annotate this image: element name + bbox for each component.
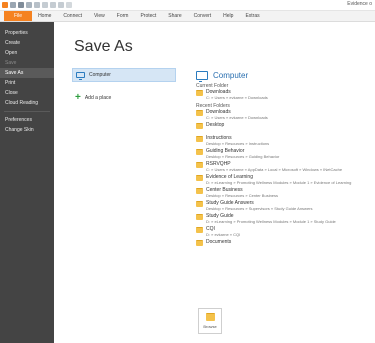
tab-convert[interactable]: Convert xyxy=(188,11,218,21)
sidebar-item-close[interactable]: Close xyxy=(0,88,54,98)
app-icon[interactable] xyxy=(2,2,8,8)
tab-share[interactable]: Share xyxy=(162,11,187,21)
sidebar-item-save[interactable]: Save xyxy=(0,58,54,68)
computer-folders-panel: Computer Current Folder Downloads C: » U… xyxy=(196,68,375,252)
folder-icon xyxy=(196,240,203,246)
panel-heading: Computer xyxy=(196,68,375,82)
computer-icon xyxy=(196,70,208,82)
recent-folder-item[interactable]: Instructions Desktop » Resources » Instr… xyxy=(196,135,375,148)
folder-icon xyxy=(196,227,203,233)
tab-connect[interactable]: Connect xyxy=(57,11,88,21)
page-title: Save As xyxy=(74,38,133,55)
browse-button[interactable]: Browse xyxy=(198,308,222,334)
undo-icon[interactable] xyxy=(42,2,48,8)
recent-folder-item[interactable]: Study Guide Answers Desktop » Resources … xyxy=(196,200,375,213)
print-icon[interactable] xyxy=(26,2,32,8)
document-title: Evidence o xyxy=(347,1,372,7)
panel-heading-label: Computer xyxy=(213,70,249,80)
folder-icon xyxy=(196,162,203,168)
plus-icon: + xyxy=(75,92,81,103)
browse-label: Browse xyxy=(203,324,217,329)
folder-icon xyxy=(196,110,203,116)
save-icon[interactable] xyxy=(10,2,16,8)
sidebar-divider xyxy=(4,111,50,112)
tab-home[interactable]: Home xyxy=(32,11,57,21)
folder-path: Desktop » Resources » Supervisors » Stud… xyxy=(206,206,313,211)
folder-icon xyxy=(196,214,203,220)
place-computer-label: Computer xyxy=(89,72,111,78)
folder-path: D: » eLearning » Promoting Wellness Modu… xyxy=(206,219,336,224)
recent-folder-item[interactable]: Center Business Desktop » Resources » Ce… xyxy=(196,187,375,200)
folder-path: C: » Users » evkarne » AppData » Local »… xyxy=(206,167,343,172)
places-list: Computer + Add a place xyxy=(72,68,176,105)
tab-extras[interactable]: Extras xyxy=(239,11,265,21)
sidebar-item-change-skin[interactable]: Change Skin xyxy=(0,125,54,135)
folder-icon xyxy=(196,188,203,194)
folder-open-icon xyxy=(205,313,215,321)
tab-file[interactable]: File xyxy=(4,11,33,21)
title-bar: Evidence o xyxy=(0,0,375,11)
folder-icon xyxy=(196,149,203,155)
folder-path: C: » Users » evkarne » Downloads xyxy=(206,115,268,120)
sidebar-item-print[interactable]: Print xyxy=(0,78,54,88)
sync-icon[interactable] xyxy=(58,2,64,8)
tab-protect[interactable]: Protect xyxy=(134,11,162,21)
folder-path: D: » evkarne » CQI xyxy=(206,232,241,237)
floppy-icon[interactable] xyxy=(18,2,24,8)
ribbon-tabs: File Home Connect View Form Protect Shar… xyxy=(0,11,375,22)
folder-path: C: » Users » evkarne » Downloads xyxy=(206,95,268,100)
recent-folder-item[interactable]: CQI D: » evkarne » CQI xyxy=(196,226,375,239)
backstage-sidebar: Properties Create Open Save Save As Prin… xyxy=(0,22,54,343)
sidebar-item-properties[interactable]: Properties xyxy=(0,28,54,38)
recent-folder-item[interactable]: Guiding Behavior Desktop » Resources » G… xyxy=(196,148,375,161)
table-icon[interactable] xyxy=(34,2,40,8)
sidebar-item-open[interactable]: Open xyxy=(0,48,54,58)
recent-folder-item[interactable]: Desktop xyxy=(196,122,375,135)
add-place-button[interactable]: + Add a place xyxy=(72,91,176,105)
recent-folder-item[interactable]: RSRVQHP C: » Users » evkarne » AppData »… xyxy=(196,161,375,174)
tab-form[interactable]: Form xyxy=(111,11,135,21)
folder-icon xyxy=(196,90,203,96)
sidebar-item-cloud-reading[interactable]: Cloud Reading xyxy=(0,98,54,108)
sidebar-item-preferences[interactable]: Preferences xyxy=(0,115,54,125)
folder-name: Documents xyxy=(206,239,232,245)
folder-icon xyxy=(196,175,203,181)
recent-folder-item[interactable]: Evidence of Learning D: » eLearning » Pr… xyxy=(196,174,375,187)
recent-folder-item[interactable]: Downloads C: » Users » evkarne » Downloa… xyxy=(196,109,375,122)
quick-access-toolbar xyxy=(0,2,72,8)
folder-path: Desktop » Resources » Guiding Behavior xyxy=(206,154,280,159)
folder-path: D: » eLearning » Promoting Wellness Modu… xyxy=(206,180,352,185)
folder-path: Desktop » Resources » Center Business xyxy=(206,193,279,198)
folder-icon xyxy=(196,136,203,142)
recent-folder-item[interactable]: Study Guide D: » eLearning » Promoting W… xyxy=(196,213,375,226)
place-computer[interactable]: Computer xyxy=(72,68,176,82)
recent-folder-item[interactable]: Documents xyxy=(196,239,375,252)
sidebar-item-save-as[interactable]: Save As xyxy=(0,68,54,78)
folder-icon xyxy=(196,201,203,207)
folder-path: Desktop » Resources » Instructions xyxy=(206,141,270,146)
more-icon[interactable] xyxy=(66,2,72,8)
sidebar-item-create[interactable]: Create xyxy=(0,38,54,48)
computer-icon xyxy=(76,72,85,80)
add-place-label: Add a place xyxy=(84,95,112,101)
tab-help[interactable]: Help xyxy=(217,11,239,21)
folder-name: Desktop xyxy=(206,122,225,128)
folder-icon xyxy=(196,123,203,129)
redo-icon[interactable] xyxy=(50,2,56,8)
tab-view[interactable]: View xyxy=(88,11,111,21)
current-folder-item[interactable]: Downloads C: » Users » evkarne » Downloa… xyxy=(196,89,375,102)
